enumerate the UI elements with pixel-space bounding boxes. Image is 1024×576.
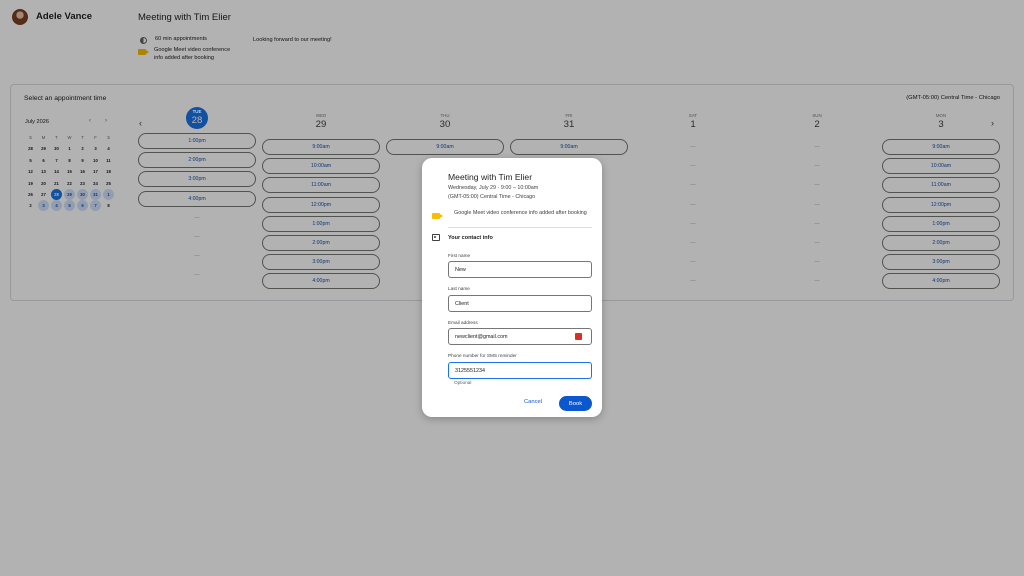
contact-card-icon [432,234,440,241]
first-name-label: First name [448,253,471,258]
cancel-button[interactable]: Cancel [524,399,542,405]
email-field[interactable] [448,328,592,345]
day-of-week-label: TUE [192,109,202,114]
phone-hint: Optional [454,380,472,385]
phone-label: Phone number for SMS reminder [448,353,517,358]
first-name-field[interactable] [448,261,592,278]
dialog-title: Meeting with Tim Elier [448,172,533,182]
autofill-icon[interactable] [575,333,582,340]
last-name-field[interactable] [448,295,592,312]
phone-field[interactable] [448,362,592,379]
dialog-timezone: (GMT-05:00) Central Time - Chicago [448,194,536,200]
dialog-date: Wednesday, July 29 · 9:00 – 10:00am [448,185,539,191]
email-label: Email address [448,320,478,325]
dialog-meet-row: Google Meet video conference info added … [432,210,588,219]
booking-dialog: Meeting with Tim Elier Wednesday, July 2… [422,158,602,417]
divider [448,227,592,228]
google-meet-icon [432,213,443,219]
dialog-meet-text: Google Meet video conference info added … [454,210,587,216]
last-name-label: Last name [448,286,470,291]
contact-heading: Your contact info [448,235,493,241]
book-button[interactable]: Book [559,396,592,411]
